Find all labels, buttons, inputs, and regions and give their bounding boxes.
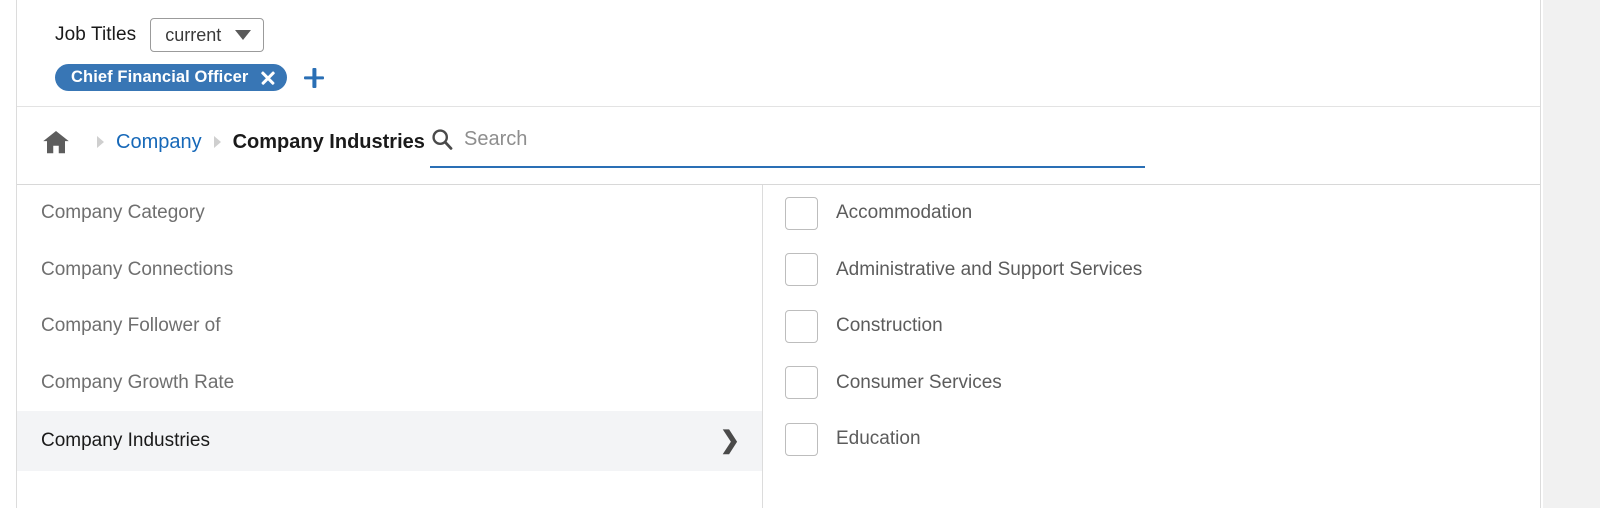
facet-item-company-category[interactable]: Company Category [17,185,762,242]
option-label: Consumer Services [836,371,1002,393]
option-row-education[interactable]: Education [763,411,1540,468]
breadcrumb-bar: Company Company Industries [17,107,1540,185]
chevron-right-icon: ❯ [719,427,740,454]
option-row-accommodation[interactable]: Accommodation [763,185,1540,242]
close-icon[interactable] [260,70,275,85]
search-bar [430,127,1145,168]
facet-item-company-industries[interactable]: Company Industries ❯ [17,411,762,471]
screenshot-viewport: Job Titles current Chief Financial Offic… [0,0,1600,508]
checkbox-accommodation[interactable] [785,196,818,230]
job-title-tags-row: Chief Financial Officer [55,64,325,91]
facet-item-company-growth-rate[interactable]: Company Growth Rate [17,355,762,412]
chevron-right-icon [213,136,221,148]
plus-icon[interactable] [303,67,325,89]
right-gutter [1543,0,1600,508]
facet-list: Company Category Company Connections Com… [17,185,763,508]
job-titles-row: Job Titles current [55,18,265,52]
option-label: Administrative and Support Services [836,258,1143,280]
checkbox-administrative-and-support-services[interactable] [785,253,818,287]
option-list: Accommodation Administrative and Support… [763,185,1540,508]
breadcrumb-item-company[interactable]: Company [116,131,202,154]
option-label: Construction [836,315,943,337]
facet-item-company-connections[interactable]: Company Connections [17,242,762,299]
option-row-construction[interactable]: Construction [763,298,1540,355]
facet-item-label: Company Follower of [41,315,221,337]
facet-item-label: Company Category [41,202,205,224]
breadcrumb-item-company-industries: Company Industries [232,130,425,153]
job-titles-label: Job Titles [55,24,137,45]
option-row-consumer-services[interactable]: Consumer Services [763,355,1540,412]
checkbox-education[interactable] [785,422,818,456]
option-label: Education [836,428,921,450]
checkbox-consumer-services[interactable] [785,366,818,400]
filter-panel: Job Titles current Chief Financial Offic… [16,0,1541,508]
checkbox-construction[interactable] [785,309,818,343]
job-title-scope-select[interactable]: current [150,18,265,52]
option-label: Accommodation [836,202,973,224]
facet-item-label: Company Growth Rate [41,371,235,393]
job-title-tag-label: Chief Financial Officer [71,68,249,86]
facet-item-label: Company Connections [41,258,234,280]
chevron-down-icon [235,30,252,40]
facet-browser: Company Category Company Connections Com… [17,185,1540,508]
facet-item-label: Company Industries [41,430,210,451]
breadcrumb: Company Company Industries [41,127,425,157]
option-row-administrative-and-support-services[interactable]: Administrative and Support Services [763,242,1540,299]
chevron-right-icon [97,136,104,148]
search-input[interactable] [464,127,1104,151]
job-title-tag[interactable]: Chief Financial Officer [55,64,288,91]
scope-select-value: current [165,24,222,45]
home-icon[interactable] [41,127,71,157]
facet-item-company-follower-of[interactable]: Company Follower of [17,298,762,355]
search-icon[interactable] [430,127,454,151]
job-titles-filter-header: Job Titles current Chief Financial Offic… [17,0,1540,107]
